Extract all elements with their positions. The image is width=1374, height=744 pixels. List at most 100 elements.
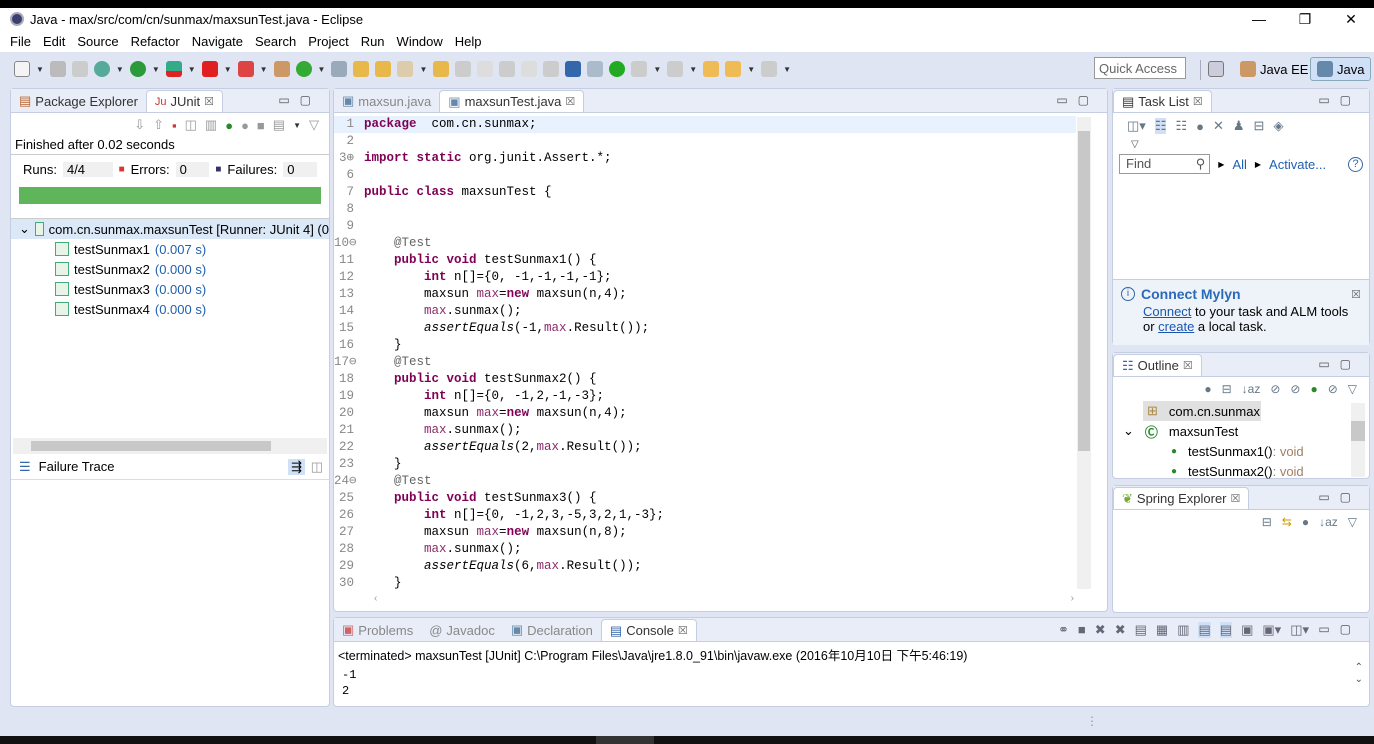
expand-chevron-icon[interactable]: ⌄ bbox=[19, 221, 30, 237]
scheduled-icon[interactable]: ☷ bbox=[1175, 118, 1187, 134]
perspective-java-ee[interactable]: Java EE bbox=[1234, 57, 1314, 81]
menu-help[interactable]: Help bbox=[455, 34, 482, 49]
close-mylyn-icon[interactable]: ☒ bbox=[1351, 288, 1361, 301]
next-failure-icon[interactable]: ⇩ bbox=[134, 117, 145, 133]
filter-stack-icon[interactable]: ⇶ bbox=[288, 458, 305, 475]
menu-file[interactable]: File bbox=[10, 34, 31, 49]
code-line[interactable]: 9 bbox=[334, 218, 1076, 235]
perspective-java[interactable]: Java bbox=[1310, 57, 1372, 81]
new-file-icon[interactable] bbox=[331, 61, 348, 77]
toggle-mark-icon[interactable] bbox=[455, 61, 472, 77]
maximize-button[interactable]: ❐ bbox=[1282, 8, 1328, 30]
menu-window[interactable]: Window bbox=[397, 34, 443, 49]
close-tab-icon[interactable]: ☒ bbox=[1183, 359, 1193, 372]
help-icon[interactable]: ? bbox=[1348, 156, 1363, 172]
code-line[interactable]: 20 maxsun max=new maxsun(n,4); bbox=[334, 405, 1076, 422]
new-task-icon[interactable]: ◫▾ bbox=[1127, 118, 1146, 134]
horizontal-scrollbar[interactable] bbox=[13, 438, 327, 454]
code-line[interactable]: 28 max.sunmax(); bbox=[334, 541, 1076, 558]
tab-maxsun-java[interactable]: ▣ maxsun.java bbox=[334, 90, 439, 112]
test-case-row[interactable]: testSunmax3 (0.000 s) bbox=[11, 279, 329, 299]
minimize-maximize-icons[interactable]: ▭▢ bbox=[1318, 93, 1361, 107]
code-line[interactable]: 19 int n[]={0, -1,2,-1,-3}; bbox=[334, 388, 1076, 405]
run-icon[interactable] bbox=[129, 61, 146, 77]
code-line[interactable]: 23 } bbox=[334, 456, 1076, 473]
menu-navigate[interactable]: Navigate bbox=[192, 34, 243, 49]
save-all-icon[interactable] bbox=[71, 61, 88, 77]
focus-icon[interactable]: ♟ bbox=[1233, 118, 1245, 134]
quick-access-input[interactable]: Quick Access bbox=[1094, 57, 1186, 79]
minimize-maximize-icons[interactable]: ▭▢ bbox=[1318, 357, 1361, 371]
server-start-icon[interactable] bbox=[609, 61, 626, 77]
stop-icon[interactable] bbox=[201, 61, 218, 77]
menu-run[interactable]: Run bbox=[361, 34, 385, 49]
test-case-row[interactable]: testSunmax2 (0.000 s) bbox=[11, 259, 329, 279]
open-console-icon[interactable]: ◫▾ bbox=[1290, 622, 1309, 638]
test-case-row[interactable]: testSunmax4 (0.000 s) bbox=[11, 299, 329, 319]
tab-package-explorer[interactable]: ▤ Package Explorer bbox=[11, 90, 146, 112]
outline-package[interactable]: ⊞ com.cn.sunmax bbox=[1143, 401, 1261, 421]
scroll-lock-icon[interactable]: ▦ bbox=[1156, 622, 1168, 638]
new-class-icon[interactable] bbox=[295, 61, 312, 77]
code-line[interactable]: 3⊕ import static org.junit.Assert.*; bbox=[334, 150, 1076, 167]
debug-icon[interactable] bbox=[93, 61, 110, 77]
menu-search[interactable]: Search bbox=[255, 34, 296, 49]
tab-maxsuntest-java[interactable]: ▣ maxsunTest.java ☒ bbox=[439, 90, 585, 112]
new-package-icon[interactable] bbox=[273, 61, 290, 77]
test-case-row[interactable]: testSunmax1 (0.007 s) bbox=[11, 239, 329, 259]
menu-edit[interactable]: Edit bbox=[43, 34, 65, 49]
code-line[interactable]: 8 bbox=[334, 201, 1076, 218]
link-icon[interactable]: ⚭ bbox=[1058, 622, 1069, 638]
tab-declaration[interactable]: ▣ Declaration bbox=[503, 619, 601, 641]
link-editor-icon[interactable]: ⇆ bbox=[1282, 515, 1292, 529]
rerun-failed-icon[interactable]: ● bbox=[241, 118, 249, 133]
console-scrollbar[interactable]: ⌃ ⌄ bbox=[1355, 662, 1363, 686]
word-wrap-icon[interactable]: ▥ bbox=[1177, 622, 1189, 638]
code-line[interactable]: 30 } bbox=[334, 575, 1076, 592]
connect-link[interactable]: Connect bbox=[1143, 304, 1191, 319]
code-line[interactable]: 16 } bbox=[334, 337, 1076, 354]
code-line[interactable]: 7 public class maxsunTest { bbox=[334, 184, 1076, 201]
sync-icon[interactable]: ● bbox=[1204, 382, 1211, 396]
pin-console-icon[interactable]: ▣ bbox=[1241, 622, 1253, 638]
filter-icon[interactable]: ● bbox=[1302, 515, 1309, 529]
edit-icon[interactable] bbox=[477, 61, 494, 77]
sort-icon[interactable]: ↓az bbox=[1319, 515, 1338, 529]
hide-nonpublic-icon[interactable]: ● bbox=[1310, 382, 1317, 396]
code-line[interactable]: 14 max.sunmax(); bbox=[334, 303, 1076, 320]
new-icon[interactable] bbox=[14, 61, 30, 77]
tab-javadoc[interactable]: @ Javadoc bbox=[421, 619, 503, 641]
console-icon[interactable] bbox=[565, 61, 582, 77]
block-select-icon[interactable] bbox=[521, 61, 538, 77]
show-on-stderr-icon[interactable]: ▤ bbox=[1219, 622, 1233, 638]
create-link[interactable]: create bbox=[1158, 319, 1194, 334]
categorized-icon[interactable]: ☷ bbox=[1154, 118, 1167, 134]
skip-breakpoints-icon[interactable] bbox=[587, 61, 604, 77]
code-line[interactable]: 24⊖ @Test bbox=[334, 473, 1076, 490]
open-folder-icon[interactable] bbox=[375, 61, 392, 77]
annotation-icon[interactable] bbox=[499, 61, 516, 77]
show-on-stdout-icon[interactable]: ▤ bbox=[1198, 622, 1211, 638]
code-line[interactable]: 22 assertEquals(2,max.Result()); bbox=[334, 439, 1076, 456]
view-menu-icon[interactable]: ▽ bbox=[1348, 515, 1357, 529]
collapse-all-icon[interactable]: ⊟ bbox=[1222, 382, 1232, 396]
vertical-scrollbar[interactable] bbox=[1077, 117, 1091, 589]
code-editor[interactable]: 1 package com.cn.sunmax; 2 3⊕ import static … bbox=[334, 116, 1076, 592]
tab-spring-explorer[interactable]: ❦ Spring Explorer ☒ bbox=[1113, 487, 1250, 509]
outline-method[interactable]: ● testSunmax2() : void bbox=[1113, 461, 1369, 481]
code-line[interactable]: 25 public void testSunmax3() { bbox=[334, 490, 1076, 507]
sync-icon[interactable]: ● bbox=[1196, 119, 1204, 134]
minimize-button[interactable]: — bbox=[1236, 8, 1282, 30]
menu-project[interactable]: Project bbox=[308, 34, 348, 49]
clear-console-icon[interactable]: ▤ bbox=[1135, 622, 1147, 638]
code-line[interactable]: 21 max.sunmax(); bbox=[334, 422, 1076, 439]
all-link[interactable]: All bbox=[1232, 157, 1246, 172]
minimize-maximize-icons[interactable]: ▭▢ bbox=[1318, 490, 1361, 504]
minimize-maximize-icons[interactable]: ▭▢ bbox=[1318, 622, 1361, 636]
tab-outline[interactable]: ☷ Outline ☒ bbox=[1113, 354, 1202, 376]
console-output[interactable]: -1 2 bbox=[334, 667, 1369, 697]
close-button[interactable]: ✕ bbox=[1328, 8, 1374, 30]
minimize-maximize-icons[interactable]: ▭▢ bbox=[278, 93, 321, 107]
terminate-icon[interactable]: ■ bbox=[1078, 622, 1086, 638]
sort-icon[interactable]: ↓az bbox=[1242, 382, 1261, 396]
